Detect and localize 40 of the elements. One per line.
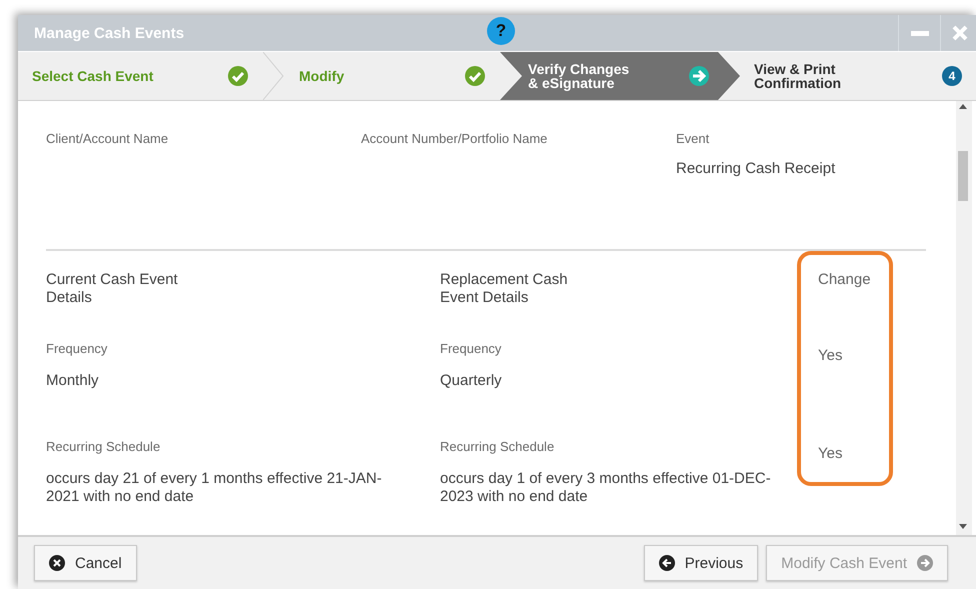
column-heading: Change bbox=[818, 271, 872, 290]
field-label: Frequency bbox=[46, 341, 108, 356]
scroll-thumb[interactable] bbox=[958, 151, 968, 201]
field-value: Quarterly bbox=[440, 372, 503, 390]
wizard-step[interactable]: View & Print Confirmation 4 bbox=[740, 52, 976, 100]
minimize-icon bbox=[910, 30, 928, 36]
check-icon bbox=[227, 65, 249, 87]
change-value: Yes bbox=[818, 346, 844, 364]
arrow-right-icon bbox=[917, 555, 933, 571]
close-icon bbox=[951, 24, 969, 42]
previous-button[interactable]: Previous bbox=[644, 545, 758, 581]
field-value: occurs day 1 of every 3 months effective 01-DEC-2023 with no end date bbox=[440, 470, 772, 506]
check-icon bbox=[464, 65, 486, 87]
field-label: Client/Account Name bbox=[46, 131, 170, 146]
field-label: Recurring Schedule bbox=[440, 439, 556, 454]
close-icon bbox=[49, 555, 65, 571]
column-heading: Replacement Cash Event Details bbox=[440, 271, 569, 308]
wizard-step[interactable]: Verify Changes & eSignature bbox=[500, 52, 740, 100]
cancel-button[interactable]: Cancel bbox=[34, 545, 137, 581]
field-value: occurs day 21 of every 1 months effective 21-JAN-2021 with no end date bbox=[46, 470, 383, 506]
help-button[interactable]: ? bbox=[487, 17, 515, 45]
arrow-right-icon bbox=[688, 65, 710, 87]
step-label: Select Cash Event bbox=[32, 69, 154, 83]
field-value: Recurring Cash Receipt bbox=[676, 160, 836, 177]
window-title: Manage Cash Events bbox=[34, 24, 184, 42]
arrow-left-icon bbox=[658, 555, 675, 571]
step-label: Modify bbox=[299, 69, 344, 83]
field-label: Recurring Schedule bbox=[46, 439, 162, 454]
scrollbar[interactable] bbox=[956, 101, 972, 535]
column-heading: Current Cash Event Details bbox=[46, 271, 179, 308]
change-value: Yes bbox=[818, 444, 844, 462]
field-value: Monthly bbox=[46, 372, 100, 390]
scroll-up-icon[interactable] bbox=[959, 104, 967, 109]
step-label: View & Print Confirmation bbox=[754, 62, 842, 90]
field-label: Frequency bbox=[440, 341, 502, 356]
field-label: Event bbox=[676, 131, 710, 146]
scroll-down-icon[interactable] bbox=[959, 524, 967, 529]
field-label: Account Number/Portfolio Name bbox=[361, 131, 548, 146]
step-number: 4 bbox=[942, 66, 962, 86]
step-label: Verify Changes & eSignature bbox=[528, 62, 630, 90]
